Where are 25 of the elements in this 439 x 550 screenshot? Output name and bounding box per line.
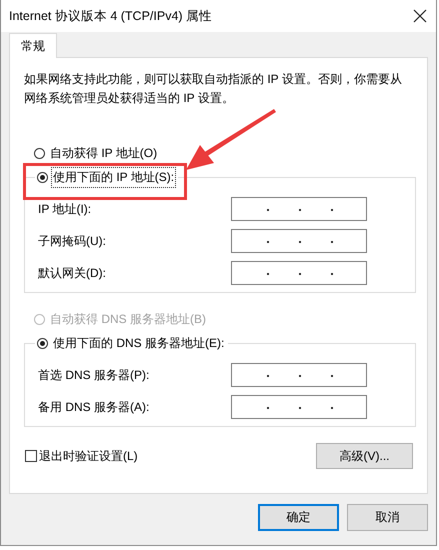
ip-address-field[interactable]: [231, 197, 367, 221]
radio-button[interactable]: [34, 148, 45, 159]
ip-address-field[interactable]: [231, 395, 367, 419]
dialog-button[interactable]: 取消: [347, 504, 428, 531]
checkbox-label[interactable]: 退出时验证设置(L): [39, 448, 138, 464]
close-icon[interactable]: [413, 9, 427, 23]
field-label: 备用 DNS 服务器(A):: [38, 398, 150, 416]
field-label: 首选 DNS 服务器(P):: [38, 366, 150, 384]
tab[interactable]: 常规: [9, 33, 57, 58]
radio-label[interactable]: 自动获得 IP 地址(O): [48, 143, 160, 164]
advanced-button[interactable]: 高级(V)...: [316, 443, 413, 469]
checkbox[interactable]: [25, 450, 37, 462]
radio-button[interactable]: [37, 172, 48, 183]
field-label: 默认网关(D):: [38, 264, 106, 282]
window-title: Internet 协议版本 4 (TCP/IPv4) 属性: [9, 8, 212, 24]
ip-address-field[interactable]: [231, 229, 367, 253]
radio-label[interactable]: 使用下面的 DNS 服务器地址(E):: [51, 333, 226, 354]
radio-button[interactable]: [37, 338, 48, 349]
field-label: IP 地址(I):: [38, 200, 92, 218]
ip-address-field[interactable]: [231, 363, 367, 387]
field-label: 子网掩码(U):: [38, 232, 106, 250]
dialog-button[interactable]: 确定: [258, 504, 339, 531]
ip-address-field[interactable]: [231, 261, 367, 285]
description-text: 如果网络支持此功能，则可以获取自动指派的 IP 设置。否则，你需要从网络系统管理员处获得适当的 IP 设置。: [24, 71, 403, 107]
radio-label[interactable]: 使用下面的 IP 地址(S):: [51, 167, 176, 188]
